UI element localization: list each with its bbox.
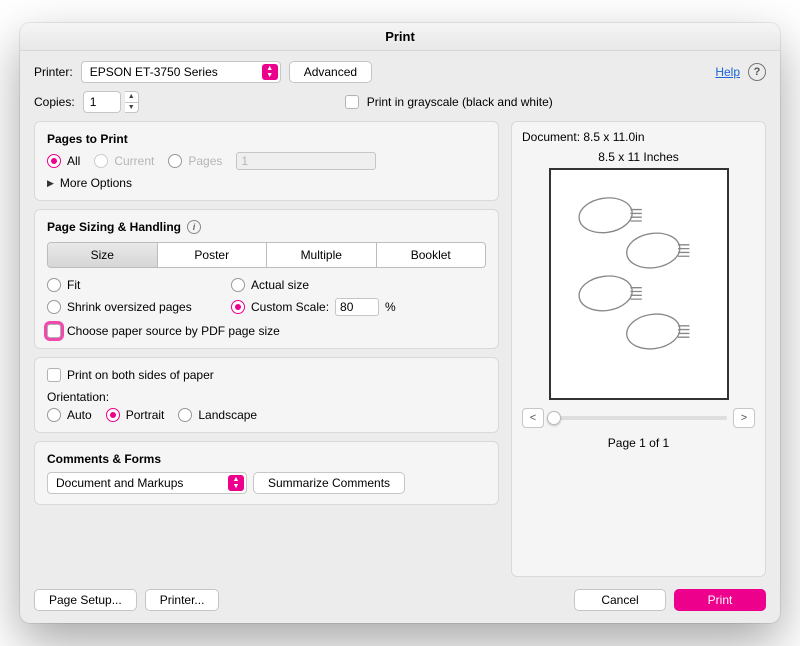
help-icon[interactable]: ? [748,63,766,81]
preview-panel: Document: 8.5 x 11.0in 8.5 x 11 Inches [511,121,766,577]
prev-page-button[interactable]: < [522,408,544,428]
radio-fit[interactable] [47,278,61,292]
chevron-updown-icon: ▲▼ [228,475,244,491]
print-dialog: Print Printer: EPSON ET-3750 Series ▲▼ A… [20,23,780,623]
printer-label: Printer: [34,65,73,79]
tab-size[interactable]: Size [48,243,158,267]
radio-pages-label: Pages [188,154,222,168]
pages-panel: Pages to Print All Current Pages 1 ▶ [34,121,499,201]
radio-current-label: Current [114,154,154,168]
radio-shrink[interactable] [47,300,61,314]
comments-select[interactable]: Document and Markups ▲▼ [47,472,247,494]
titlebar: Print [20,23,780,51]
pages-title: Pages to Print [47,132,486,146]
bulb-template-icon [558,179,720,389]
pages-range-input[interactable]: 1 [236,152,376,170]
grayscale-checkbox[interactable] [345,95,359,109]
sheet-size-label: 8.5 x 11 Inches [598,150,679,164]
duplex-panel: Print on both sides of paper Orientation… [34,357,499,433]
window-title: Print [385,29,415,44]
printer-button[interactable]: Printer... [145,589,220,611]
page-indicator: Page 1 of 1 [608,436,669,450]
advanced-button[interactable]: Advanced [289,61,372,83]
radio-auto[interactable] [47,408,61,422]
tab-booklet[interactable]: Booklet [377,243,486,267]
sizing-tabs: Size Poster Multiple Booklet [47,242,486,268]
more-options-toggle[interactable]: ▶ More Options [47,176,486,190]
grayscale-label: Print in grayscale (black and white) [367,95,553,109]
zoom-slider[interactable] [550,416,727,420]
radio-all-label: All [67,154,80,168]
radio-portrait[interactable] [106,408,120,422]
radio-pages[interactable] [168,154,182,168]
comments-panel: Comments & Forms Document and Markups ▲▼… [34,441,499,505]
next-page-button[interactable]: > [733,408,755,428]
triangle-right-icon: ▶ [47,178,54,189]
orientation-label: Orientation: [47,390,486,404]
printer-value: EPSON ET-3750 Series [90,65,218,79]
sizing-title: Page Sizing & Handling [47,220,181,234]
both-sides-checkbox[interactable] [47,368,61,382]
preview-sheet [549,168,729,400]
document-size-label: Document: 8.5 x 11.0in [522,130,645,144]
copies-input[interactable]: 1 [83,91,121,113]
radio-landscape[interactable] [178,408,192,422]
comments-title: Comments & Forms [47,452,486,466]
sizing-panel: Page Sizing & Handling i Size Poster Mul… [34,209,499,349]
help-link[interactable]: Help [715,65,740,79]
info-icon[interactable]: i [187,220,201,234]
cancel-button[interactable]: Cancel [574,589,666,611]
page-setup-button[interactable]: Page Setup... [34,589,137,611]
choose-paper-checkbox[interactable] [47,324,61,338]
radio-all[interactable] [47,154,61,168]
summarize-comments-button[interactable]: Summarize Comments [253,472,405,494]
radio-current [94,154,108,168]
radio-custom-scale[interactable] [231,300,245,314]
radio-actual[interactable] [231,278,245,292]
slider-thumb[interactable] [547,411,561,425]
printer-select[interactable]: EPSON ET-3750 Series ▲▼ [81,61,281,83]
scale-input[interactable]: 80 [335,298,379,316]
copies-stepper[interactable]: ▲▼ [125,91,139,113]
chevron-updown-icon: ▲▼ [262,64,278,80]
tab-poster[interactable]: Poster [158,243,268,267]
tab-multiple[interactable]: Multiple [267,243,377,267]
print-button[interactable]: Print [674,589,766,611]
copies-label: Copies: [34,95,75,109]
